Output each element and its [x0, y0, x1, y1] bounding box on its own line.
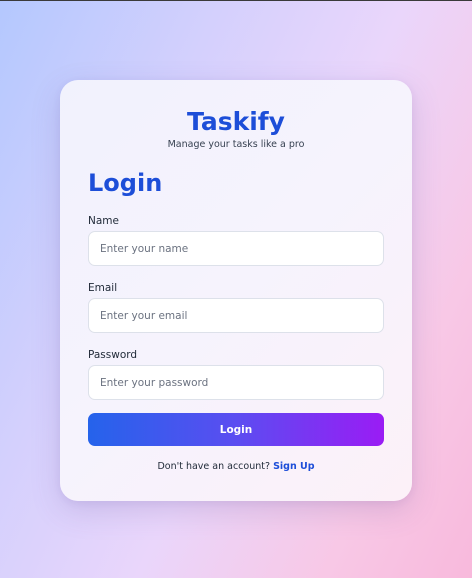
signup-link[interactable]: Sign Up: [273, 461, 314, 472]
top-border-line: [0, 0, 472, 1]
login-heading: Login: [88, 169, 163, 197]
password-label: Password: [88, 349, 138, 361]
email-input[interactable]: [88, 298, 384, 333]
signup-prompt-text: Don't have an account?: [157, 461, 271, 472]
name-label: Name: [88, 215, 119, 227]
password-input[interactable]: [88, 365, 384, 400]
brand-title: Taskify: [187, 107, 285, 136]
brand-subtitle: Manage your tasks like a pro: [167, 139, 305, 150]
name-input[interactable]: [88, 231, 384, 266]
signup-prompt: Don't have an account? Sign Up: [60, 461, 412, 473]
login-button[interactable]: Login: [88, 413, 384, 446]
email-label: Email: [88, 282, 118, 294]
page: { "brand": { "title": "Taskify", "subtit…: [0, 0, 472, 578]
login-card: Taskify Manage your tasks like a pro Log…: [60, 80, 412, 501]
